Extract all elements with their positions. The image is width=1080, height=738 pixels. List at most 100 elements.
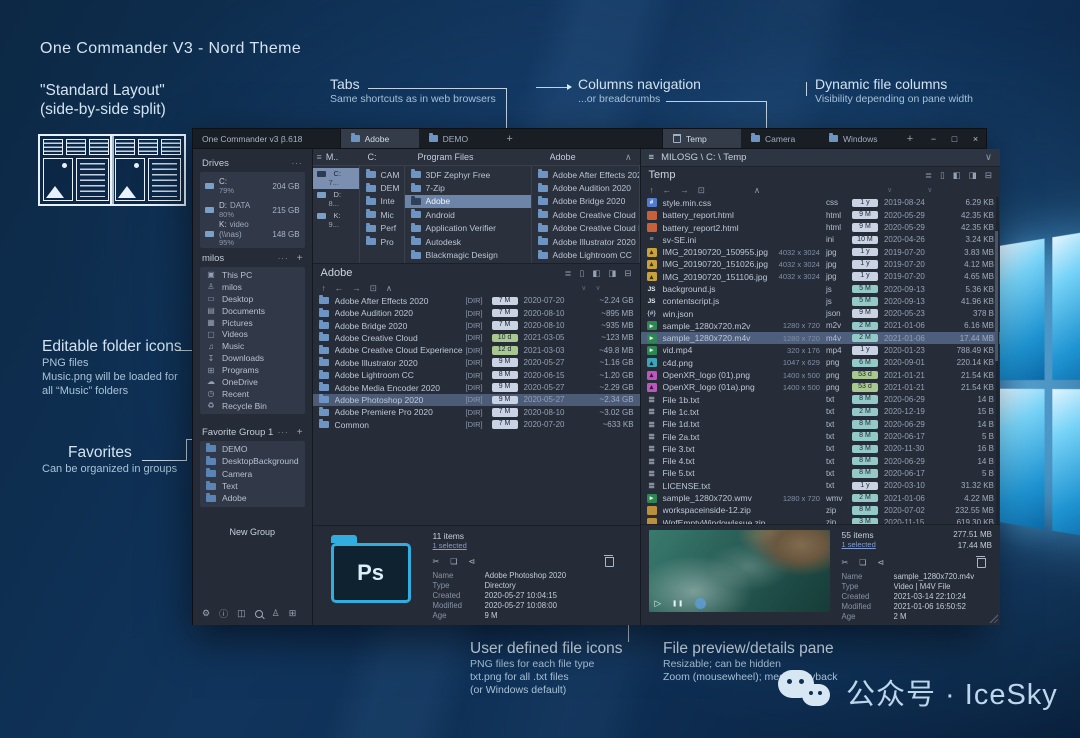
favorites-menu-button[interactable]: ··· <box>278 428 289 437</box>
file-row[interactable]: battery_report.html html 9 M 2020-05-29 … <box>641 209 1000 221</box>
copy-icon[interactable]: ❏ <box>859 558 866 567</box>
new-group-button[interactable]: New Group <box>200 523 305 541</box>
maximize-button[interactable]: □ <box>944 129 965 148</box>
column-folder-item[interactable]: Inte <box>360 195 404 208</box>
favorite-item[interactable]: Text <box>200 480 305 492</box>
file-row[interactable]: ▸ vid.mp4 320 x 176 mp4 1 y 2020-01-23 7… <box>641 344 1000 356</box>
new-tab-button[interactable]: + <box>897 129 923 148</box>
pane-left-icon[interactable]: ◧ <box>953 170 961 181</box>
copy-icon[interactable]: ❏ <box>450 557 457 566</box>
trash-icon[interactable] <box>603 555 614 568</box>
file-row[interactable]: ▴ c4d.png 1047 x 629 png 6 M 2020-09-01 … <box>641 357 1000 369</box>
pause-icon[interactable]: ❚❚ <box>672 600 684 607</box>
file-row[interactable]: ▴ IMG_20190720_151106.jpg 4032 x 3024 jp… <box>641 271 1000 283</box>
file-row[interactable]: Common [DIR] 7 M 2020-07-20 ~633 KB <box>313 418 640 430</box>
column-folder-item[interactable]: Adobe Audition 2020 <box>532 181 639 194</box>
column-folder-item[interactable]: CAM <box>360 168 404 181</box>
column-folder-item[interactable]: Adobe After Effects 2020 <box>532 168 639 181</box>
column-folder-item[interactable]: Mic <box>360 208 404 221</box>
sidebar-item[interactable]: ▦ Pictures <box>200 317 305 329</box>
back-icon[interactable]: ← <box>335 283 344 293</box>
up-icon[interactable]: ↑ <box>322 283 326 293</box>
minimize-button[interactable]: − <box>923 129 944 148</box>
add-user-item-button[interactable]: + <box>297 253 303 264</box>
file-row[interactable]: Adobe Illustrator 2020 [DIR] 9 M 2020-05… <box>313 357 640 369</box>
sidebar-item[interactable]: ▣ This PC <box>200 269 305 281</box>
file-row[interactable]: ≣ File 1d.txt txt 8 M 2020-06-29 14 B <box>641 418 1000 430</box>
breadcrumb[interactable]: ≡ MILOSG \ C: \ Temp ∨ <box>640 149 1000 167</box>
column-folder-item[interactable]: 7-Zip <box>405 181 531 194</box>
file-row[interactable]: Adobe Media Encoder 2020 [DIR] 9 M 2020-… <box>313 381 640 393</box>
favorite-item[interactable]: DesktopBackground <box>200 455 305 467</box>
file-row[interactable]: ▴ IMG_20190720_150955.jpg 4032 x 3024 jp… <box>641 246 1000 258</box>
sidebar-item[interactable]: ♻ Recycle Bin <box>200 400 305 412</box>
window-tab[interactable]: Temp <box>663 129 741 148</box>
file-row[interactable]: Adobe Photoshop 2020 [DIR] 9 M 2020-05-2… <box>312 393 640 407</box>
file-row[interactable]: # style.min.css css 1 y 2019-08-24 6.29 … <box>641 197 1000 209</box>
pane-right-icon[interactable]: ◨ <box>608 268 616 279</box>
file-row[interactable]: ≣ LICENSE.txt txt 1 y 2020-03-10 31.32 K… <box>641 480 1000 492</box>
cut-icon[interactable]: ✂ <box>842 558 849 567</box>
menu-icon[interactable]: ≡ <box>317 152 322 162</box>
file-row[interactable]: ▴ IMG_20190720_151026.jpg 4032 x 3024 jp… <box>641 258 1000 270</box>
file-row[interactable]: battery_report2.html html 9 M 2020-05-29… <box>641 221 1000 233</box>
sidebar-item[interactable]: ⊞ Programs <box>200 364 305 376</box>
panes-icon[interactable]: ⊞ <box>289 608 297 619</box>
column-header-root[interactable]: M.. <box>326 152 339 162</box>
new-file-icon[interactable]: ▯ <box>580 268 585 279</box>
window-tab[interactable]: Camera <box>741 129 819 148</box>
layout-icon[interactable]: ◫ <box>237 608 246 619</box>
collapse-columns-icon[interactable]: ∧ <box>625 152 632 163</box>
file-row[interactable]: ≣ File 1b.txt txt 8 M 2020-06-29 14 B <box>641 394 1000 406</box>
window-tab[interactable]: DEMO <box>419 129 497 148</box>
new-file-icon[interactable]: ▯ <box>940 170 945 181</box>
column-folder-item[interactable]: Application Verifier <box>405 222 531 235</box>
file-row[interactable]: Adobe Audition 2020 [DIR] 7 M 2020-08-10… <box>313 307 640 319</box>
file-row[interactable]: Adobe Bridge 2020 [DIR] 7 M 2020-08-10 ~… <box>313 319 640 331</box>
speaker-icon[interactable]: ⊲ <box>468 557 475 566</box>
file-row[interactable]: ▸ sample_1280x720.wmv 1280 x 720 wmv 2 M… <box>641 492 1000 504</box>
favorite-item[interactable]: DEMO <box>200 443 305 455</box>
archive-icon[interactable]: ⊟ <box>624 268 631 279</box>
column-folder-item[interactable]: Adobe Creative Cloud Experience <box>532 222 639 235</box>
sidebar-item[interactable]: ♫ Music <box>200 340 305 352</box>
video-preview[interactable]: ▷ ❚❚ <box>648 530 830 613</box>
sidebar-item[interactable]: ↧ Downloads <box>200 352 305 364</box>
seek-handle[interactable] <box>695 598 707 610</box>
file-row[interactable]: ▴ OpenXR_logo (01).png 1400 x 500 png 53… <box>641 369 1000 381</box>
file-row[interactable]: ≣ File 4.txt txt 8 M 2020-06-29 14 B <box>641 455 1000 467</box>
sidebar-item[interactable]: ◷ Recent <box>200 388 305 400</box>
file-row[interactable]: Adobe Premiere Pro 2020 [DIR] 7 M 2020-0… <box>313 406 640 418</box>
sort-icon[interactable]: ∨ <box>887 186 892 194</box>
speaker-icon[interactable]: ⊲ <box>877 558 884 567</box>
column-folder-item[interactable]: DEM <box>360 181 404 194</box>
file-row[interactable]: JS background.js js 5 M 2020-09-13 5.36 … <box>641 283 1000 295</box>
sort-icon[interactable]: ∨ <box>581 284 586 292</box>
column-folder-item[interactable]: Adobe Illustrator 2020 <box>532 235 639 248</box>
column-folder-item[interactable]: Adobe Creative Cloud <box>532 208 639 221</box>
expand-columns-icon[interactable]: ∨ <box>985 152 992 163</box>
drive-item[interactable]: C: 79% 204 GB <box>200 174 305 198</box>
settings-icon[interactable]: ⚙ <box>202 608 210 619</box>
file-row[interactable]: Adobe Lightroom CC [DIR] 8 M 2020-06-15 … <box>313 369 640 381</box>
window-tab[interactable]: Windows <box>819 129 897 148</box>
window-tab[interactable]: Adobe <box>340 129 419 148</box>
new-tab-button[interactable]: + <box>497 129 523 148</box>
drive-item[interactable]: D: DATA 80% 215 GB <box>200 198 305 222</box>
file-row[interactable]: ▴ OpenXR_logo (01a).png 1400 x 500 png 5… <box>641 381 1000 393</box>
cut-icon[interactable]: ✂ <box>433 557 440 566</box>
sidebar-item[interactable]: ☁ OneDrive <box>200 376 305 388</box>
drives-menu-button[interactable]: ··· <box>292 159 303 168</box>
menu-icon[interactable]: ≡ <box>649 152 655 163</box>
column-folder-item[interactable]: Android <box>405 208 531 221</box>
forward-icon[interactable]: → <box>680 185 689 195</box>
column-folder-item[interactable]: Adobe Lightroom CC <box>532 248 639 261</box>
column-drive-item[interactable]: K: 9... <box>313 210 359 231</box>
file-row[interactable]: ≣ File 2a.txt txt 8 M 2020-06-17 5 B <box>641 430 1000 442</box>
column-folder-item[interactable]: Autodesk <box>405 235 531 248</box>
column-folder-item[interactable]: Pro <box>360 235 404 248</box>
file-row[interactable]: Adobe Creative Cloud [DIR] 10 d 2021-03-… <box>313 332 640 344</box>
view-list-icon[interactable]: ≣ <box>925 170 932 181</box>
sort-asc-icon[interactable]: ∧ <box>754 185 760 196</box>
drive-item[interactable]: K: video (\\nas) 95% 148 GB <box>200 220 305 247</box>
